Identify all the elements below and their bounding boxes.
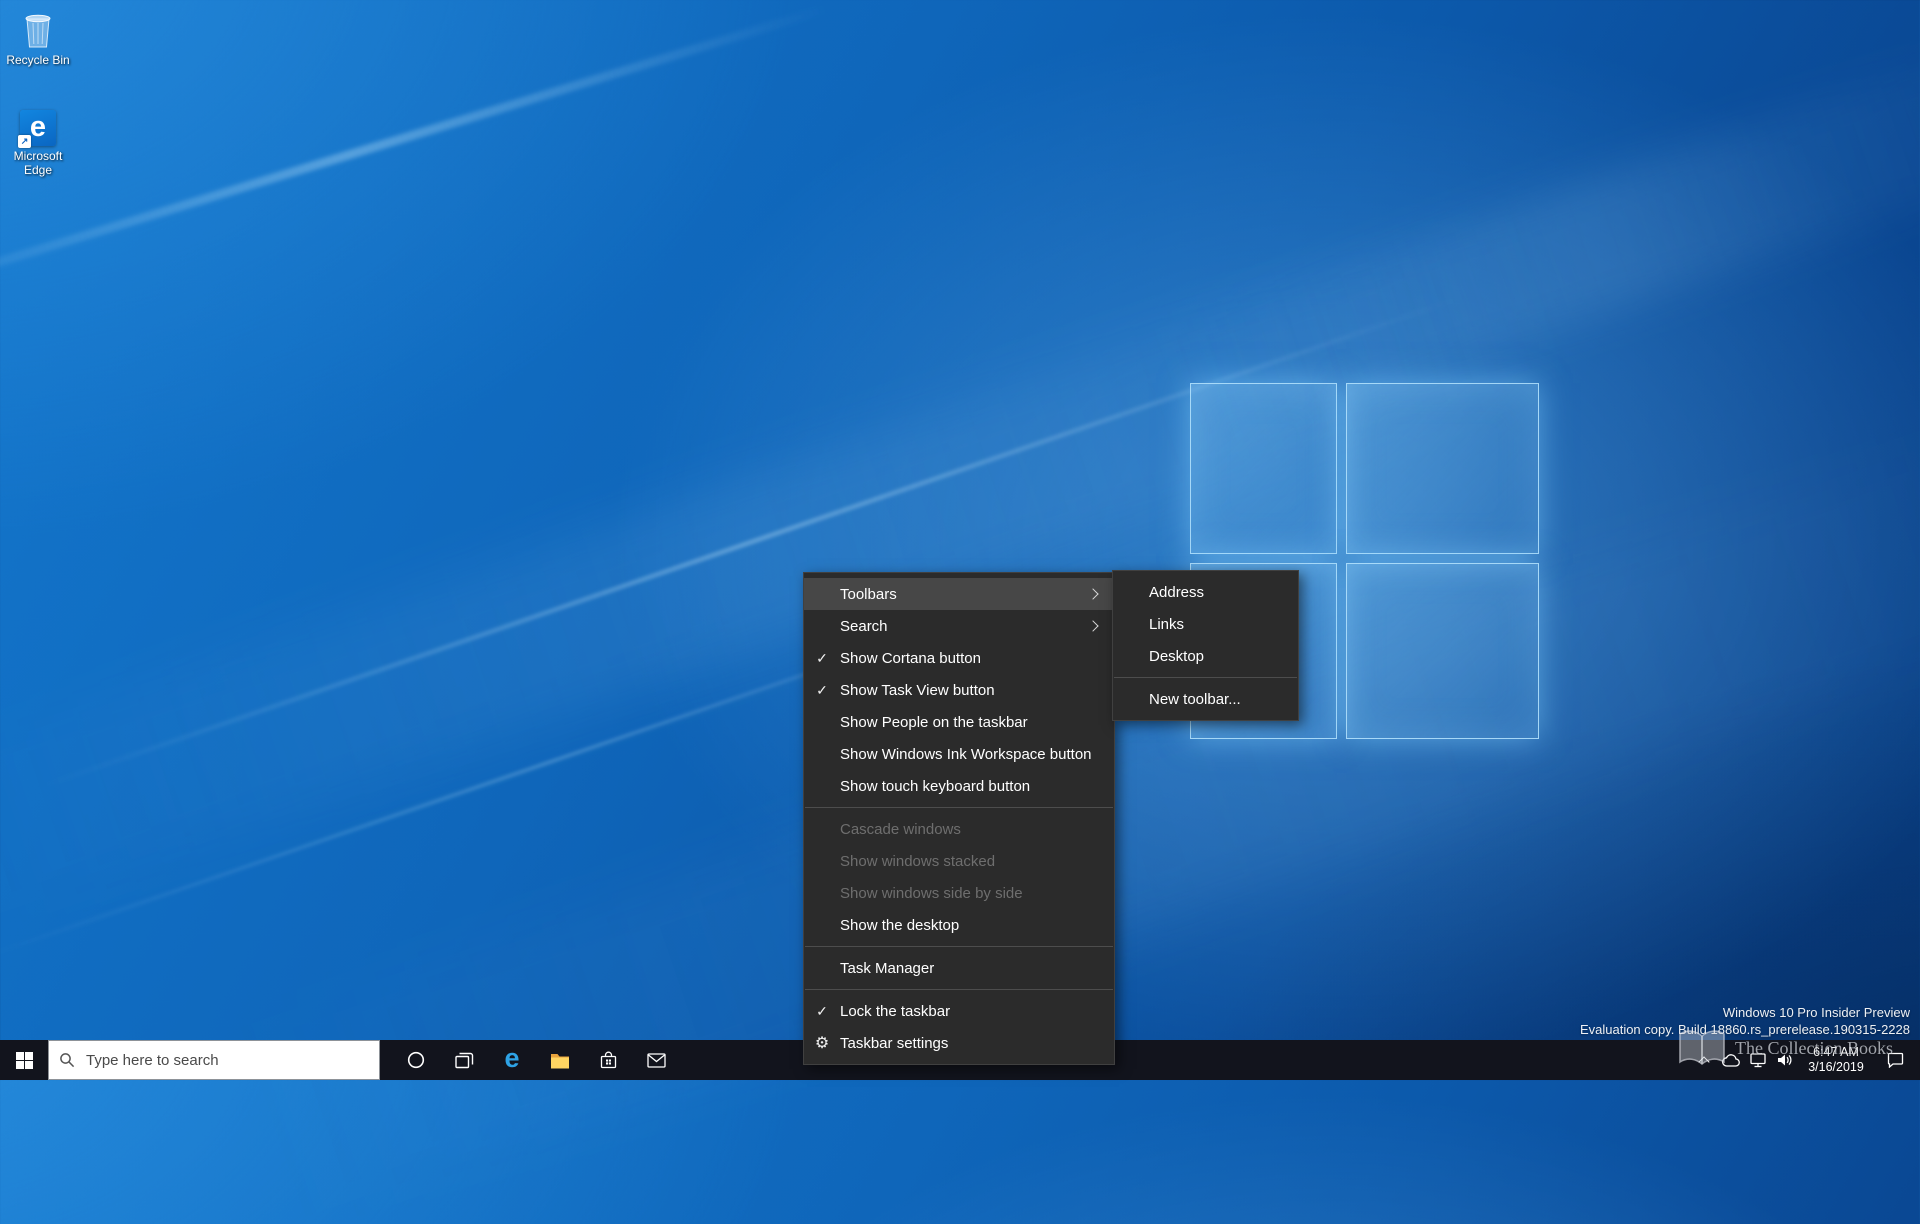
windows-logo-icon — [15, 1051, 33, 1069]
check-icon: ✓ — [816, 1002, 828, 1019]
action-center-button[interactable] — [1874, 1040, 1916, 1080]
menu-separator — [805, 946, 1113, 947]
toolbars-submenu: Address Links Desktop New toolbar... — [1112, 570, 1299, 721]
gear-icon: ⚙ — [814, 1035, 830, 1052]
light-beam — [0, 4, 830, 305]
desktop-icon-microsoft-edge[interactable]: e ↗ Microsoft Edge — [0, 110, 76, 177]
store-icon — [600, 1051, 616, 1069]
menu-separator — [1114, 677, 1297, 678]
insider-watermark-line1: Windows 10 Pro Insider Preview — [1722, 1005, 1910, 1020]
submenu-item-links[interactable]: Links — [1113, 608, 1298, 640]
system-tray: 6:47 AM 3/16/2019 — [1690, 1040, 1920, 1080]
taskbar-app-icons: e — [392, 1040, 680, 1080]
cloud-icon — [1721, 1053, 1740, 1067]
check-icon: ✓ — [816, 649, 828, 666]
menu-item-show-desktop[interactable]: Show the desktop — [804, 909, 1114, 941]
submenu-item-address[interactable]: Address — [1113, 576, 1298, 608]
menu-item-label: Links — [1149, 615, 1185, 633]
menu-item-show-ink-workspace[interactable]: Show Windows Ink Workspace button — [804, 738, 1114, 770]
tray-show-hidden-icons-button[interactable] — [1690, 1040, 1717, 1080]
menu-item-show-windows-side-by-side: Show windows side by side — [804, 877, 1114, 909]
desktop-icon-recycle-bin[interactable]: Recycle Bin — [0, 8, 76, 67]
tray-date: 3/16/2019 — [1808, 1060, 1864, 1074]
task-view-icon — [454, 1052, 473, 1068]
menu-item-label: Show windows side by side — [840, 884, 1023, 902]
menu-item-label: Show Cortana button — [840, 649, 981, 667]
insider-watermark-line2: Evaluation copy. Build 18860.rs_prerelea… — [1579, 1022, 1910, 1037]
start-button[interactable] — [0, 1040, 48, 1080]
menu-item-search[interactable]: Search — [804, 610, 1114, 642]
cortana-icon — [407, 1051, 425, 1069]
menu-item-cascade-windows: Cascade windows — [804, 813, 1114, 845]
menu-item-show-task-view[interactable]: ✓ Show Task View button — [804, 674, 1114, 706]
chevron-right-icon — [1087, 588, 1099, 600]
cortana-button[interactable] — [392, 1040, 440, 1080]
network-tray-button[interactable] — [1744, 1040, 1771, 1080]
chevron-right-icon — [1087, 620, 1099, 632]
menu-separator — [805, 807, 1113, 808]
chevron-up-icon — [1697, 1055, 1710, 1068]
check-icon: ✓ — [816, 681, 828, 698]
menu-item-label: Lock the taskbar — [840, 1002, 951, 1020]
network-icon — [1749, 1052, 1766, 1067]
volume-tray-button[interactable] — [1771, 1040, 1798, 1080]
task-view-button[interactable] — [440, 1040, 488, 1080]
shortcut-arrow-icon: ↗ — [18, 135, 31, 148]
screen: { "desktop": { "icons": [ { "label": "Re… — [0, 0, 1920, 1224]
menu-item-label: Show the desktop — [840, 916, 960, 934]
submenu-item-desktop[interactable]: Desktop — [1113, 640, 1298, 672]
windows-logo-pane — [1190, 383, 1337, 554]
search-icon — [60, 1053, 75, 1068]
menu-item-taskbar-settings[interactable]: ⚙ Taskbar settings — [804, 1027, 1114, 1059]
taskbar-context-menu: Toolbars Search ✓ Show Cortana button ✓ … — [803, 572, 1115, 1065]
menu-item-label: Search — [840, 617, 888, 635]
edge-letter: e — [29, 110, 47, 143]
mail-button[interactable] — [632, 1040, 680, 1080]
action-center-icon — [1887, 1052, 1903, 1068]
taskbar-search-box[interactable] — [48, 1040, 380, 1080]
menu-item-label: Show Task View button — [840, 681, 995, 699]
menu-item-label: Address — [1149, 583, 1205, 601]
menu-item-label: Show People on the taskbar — [840, 713, 1028, 731]
store-button[interactable] — [584, 1040, 632, 1080]
menu-item-label: Show Windows Ink Workspace button — [840, 745, 1092, 763]
edge-icon: e — [504, 1043, 520, 1073]
menu-item-show-touch-keyboard[interactable]: Show touch keyboard button — [804, 770, 1114, 802]
tray-clock[interactable]: 6:47 AM 3/16/2019 — [1798, 1040, 1874, 1080]
speaker-icon — [1777, 1054, 1791, 1066]
file-explorer-icon — [551, 1053, 569, 1068]
edge-button[interactable]: e — [488, 1040, 536, 1080]
desktop-icon-label: Microsoft Edge — [13, 149, 63, 177]
menu-item-show-cortana[interactable]: ✓ Show Cortana button — [804, 642, 1114, 674]
tray-time: 6:47 AM — [1813, 1045, 1859, 1059]
edge-icon: e ↗ — [18, 110, 56, 148]
menu-item-label: Taskbar settings — [840, 1034, 949, 1052]
submenu-item-new-toolbar[interactable]: New toolbar... — [1113, 683, 1298, 715]
menu-separator — [805, 989, 1113, 990]
windows-logo-pane — [1346, 383, 1539, 554]
menu-item-show-windows-stacked: Show windows stacked — [804, 845, 1114, 877]
menu-item-label: Show touch keyboard button — [840, 777, 1031, 795]
menu-item-label: New toolbar... — [1149, 690, 1241, 708]
recycle-bin-icon — [25, 14, 51, 48]
insider-build-watermark: Windows 10 Pro Insider Preview Evaluatio… — [1580, 1004, 1910, 1038]
menu-item-label: Cascade windows — [840, 820, 961, 838]
menu-item-label: Task Manager — [840, 959, 935, 977]
onedrive-tray-button[interactable] — [1717, 1040, 1744, 1080]
menu-item-label: Desktop — [1149, 647, 1205, 665]
file-explorer-button[interactable] — [536, 1040, 584, 1080]
menu-item-task-manager[interactable]: Task Manager — [804, 952, 1114, 984]
desktop-icon-label: Recycle Bin — [6, 53, 70, 67]
menu-item-label: Show windows stacked — [840, 852, 996, 870]
menu-item-toolbars[interactable]: Toolbars — [804, 578, 1114, 610]
menu-item-show-people[interactable]: Show People on the taskbar — [804, 706, 1114, 738]
menu-item-label: Toolbars — [840, 585, 897, 603]
mail-icon — [646, 1052, 666, 1068]
menu-item-lock-taskbar[interactable]: ✓ Lock the taskbar — [804, 995, 1114, 1027]
windows-logo-pane — [1346, 563, 1539, 739]
search-input[interactable] — [84, 1050, 369, 1070]
